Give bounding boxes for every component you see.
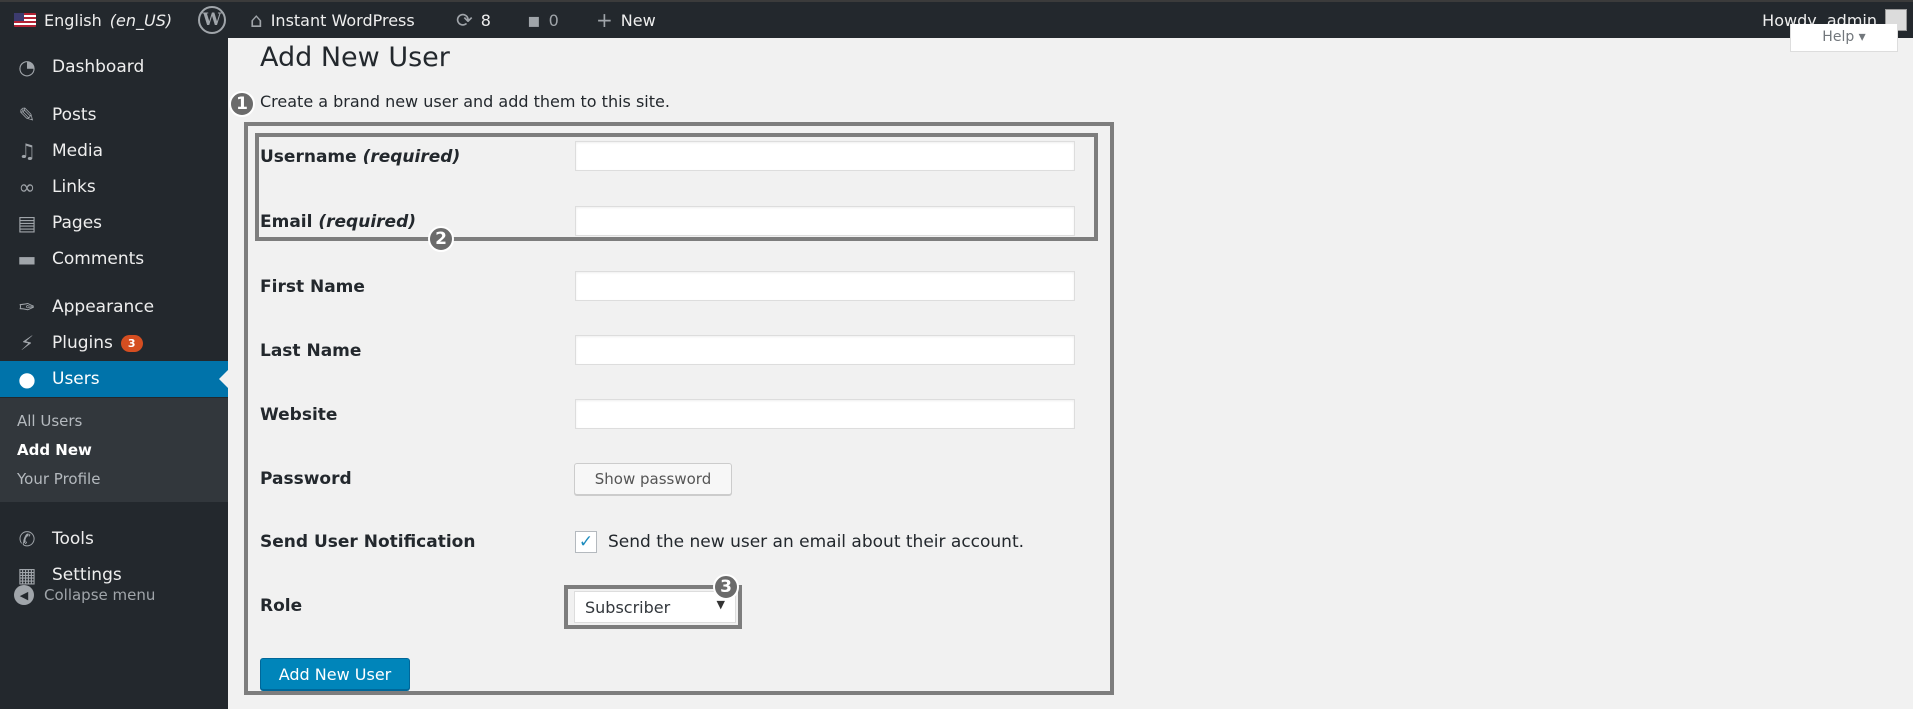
sidebar-item-label: Settings (52, 565, 122, 585)
site-name: Instant WordPress (270, 10, 415, 30)
add-new-user-button[interactable]: Add New User (260, 658, 410, 690)
last-name-input[interactable] (575, 335, 1075, 365)
users-submenu: All Users Add New Your Profile (0, 398, 228, 502)
website-input[interactable] (575, 399, 1075, 429)
username-label-text: Username (260, 147, 357, 167)
home-icon: ⌂ (250, 8, 263, 32)
required-suffix: (required) (318, 212, 417, 232)
update-count-badge: 3 (120, 334, 143, 352)
language-code: (en_US) (109, 10, 173, 30)
comment-bubble-icon: ▪ (527, 8, 541, 32)
annotation-marker-3: 3 (713, 574, 739, 600)
pushpin-icon: ✎ (18, 103, 36, 127)
submenu-item-add-new[interactable]: Add New (17, 441, 92, 459)
wrench-icon: ✆ (18, 527, 36, 551)
link-icon: ∞ (18, 175, 36, 199)
sidebar-item-tools[interactable]: ✆ Tools (0, 521, 228, 557)
email-label-text: Email (260, 212, 313, 232)
collapse-arrow-icon: ◀ (14, 585, 34, 605)
required-suffix: (required) (362, 147, 461, 167)
sidebar-item-comments[interactable]: ▬ Comments (0, 241, 228, 277)
admin-sidebar: ◔ Dashboard ✎ Posts ♫ Media ∞ Links ▤ Pa… (0, 38, 228, 709)
last-name-label: Last Name (260, 341, 362, 361)
role-select-value: Subscriber (585, 597, 671, 617)
role-select[interactable]: Subscriber ▼ (574, 591, 736, 623)
help-tab[interactable]: Help ▾ (1790, 24, 1898, 52)
annotation-marker-1: 1 (229, 91, 255, 117)
pages-icon: ▤ (17, 211, 37, 235)
submenu-item-your-profile[interactable]: Your Profile (17, 470, 100, 488)
sidebar-item-links[interactable]: ∞ Links (0, 169, 228, 205)
site-name-link[interactable]: ⌂ Instant WordPress (250, 2, 415, 38)
sidebar-item-label: Links (52, 177, 96, 197)
collapse-menu-button[interactable]: ◀ Collapse menu (14, 585, 155, 605)
settings-icon: ▦ (17, 563, 37, 587)
page-title: Add New User (260, 42, 450, 73)
first-name-input[interactable] (575, 271, 1075, 301)
page-description: Create a brand new user and add them to … (260, 92, 670, 111)
admin-bar: English (en_US) W ⌂ Instant WordPress ⟳ … (0, 0, 1913, 38)
sidebar-item-media[interactable]: ♫ Media (0, 133, 228, 169)
comment-icon: ▬ (17, 247, 37, 271)
comments-count: 0 (548, 10, 559, 30)
sidebar-item-posts[interactable]: ✎ Posts (0, 97, 228, 133)
sidebar-item-label: Pages (52, 213, 103, 233)
annotation-marker-2: 2 (428, 226, 454, 252)
sidebar-item-label: Tools (52, 529, 94, 549)
sidebar-item-users[interactable]: ● Users (0, 361, 228, 397)
new-content-link[interactable]: + New (596, 2, 656, 38)
paintbrush-icon: ✑ (18, 295, 36, 319)
submenu-item-all-users[interactable]: All Users (17, 412, 82, 430)
language-switcher[interactable]: English (en_US) (14, 2, 172, 38)
plugin-icon: ⚡ (19, 331, 35, 355)
updates-icon: ⟳ (456, 8, 473, 32)
sidebar-item-plugins[interactable]: ⚡ Plugins 3 (0, 325, 228, 361)
sidebar-item-label: Media (52, 141, 104, 161)
sidebar-item-label: Plugins (52, 333, 113, 353)
sidebar-item-pages[interactable]: ▤ Pages (0, 205, 228, 241)
updates-count: 8 (480, 10, 491, 30)
sidebar-item-label: Users (52, 369, 100, 389)
us-flag-icon (14, 13, 36, 27)
notification-label: Send User Notification (260, 532, 476, 552)
checkmark-icon: ✓ (578, 532, 594, 552)
username-input[interactable] (575, 141, 1075, 171)
username-label: Username (required) (260, 147, 460, 167)
sidebar-item-appearance[interactable]: ✑ Appearance (0, 289, 228, 325)
plus-icon: + (596, 8, 613, 32)
wordpress-logo-icon: W (198, 6, 226, 34)
collapse-menu-label: Collapse menu (44, 586, 156, 604)
new-label: New (620, 10, 656, 30)
password-label: Password (260, 469, 352, 489)
user-icon: ● (18, 367, 36, 391)
wp-logo-menu[interactable]: W (198, 2, 226, 38)
comments-link[interactable]: ▪ 0 (527, 2, 559, 38)
notification-text: Send the new user an email about their a… (608, 532, 1025, 552)
sidebar-item-label: Comments (52, 249, 145, 269)
first-name-label: First Name (260, 277, 365, 297)
send-notification-checkbox[interactable]: ✓ (575, 531, 597, 553)
sidebar-item-label: Dashboard (52, 57, 145, 77)
dropdown-arrow-icon: ▼ (716, 598, 725, 611)
sidebar-item-dashboard[interactable]: ◔ Dashboard (0, 49, 228, 85)
updates-link[interactable]: ⟳ 8 (456, 2, 491, 38)
website-label: Website (260, 405, 338, 425)
email-input[interactable] (575, 206, 1075, 236)
sidebar-item-label: Appearance (52, 297, 155, 317)
email-label: Email (required) (260, 212, 416, 232)
dashboard-icon: ◔ (18, 55, 36, 79)
sidebar-item-label: Posts (52, 105, 97, 125)
language-name: English (44, 10, 102, 30)
media-icon: ♫ (18, 139, 36, 163)
show-password-button[interactable]: Show password (574, 463, 732, 495)
role-label: Role (260, 596, 303, 616)
